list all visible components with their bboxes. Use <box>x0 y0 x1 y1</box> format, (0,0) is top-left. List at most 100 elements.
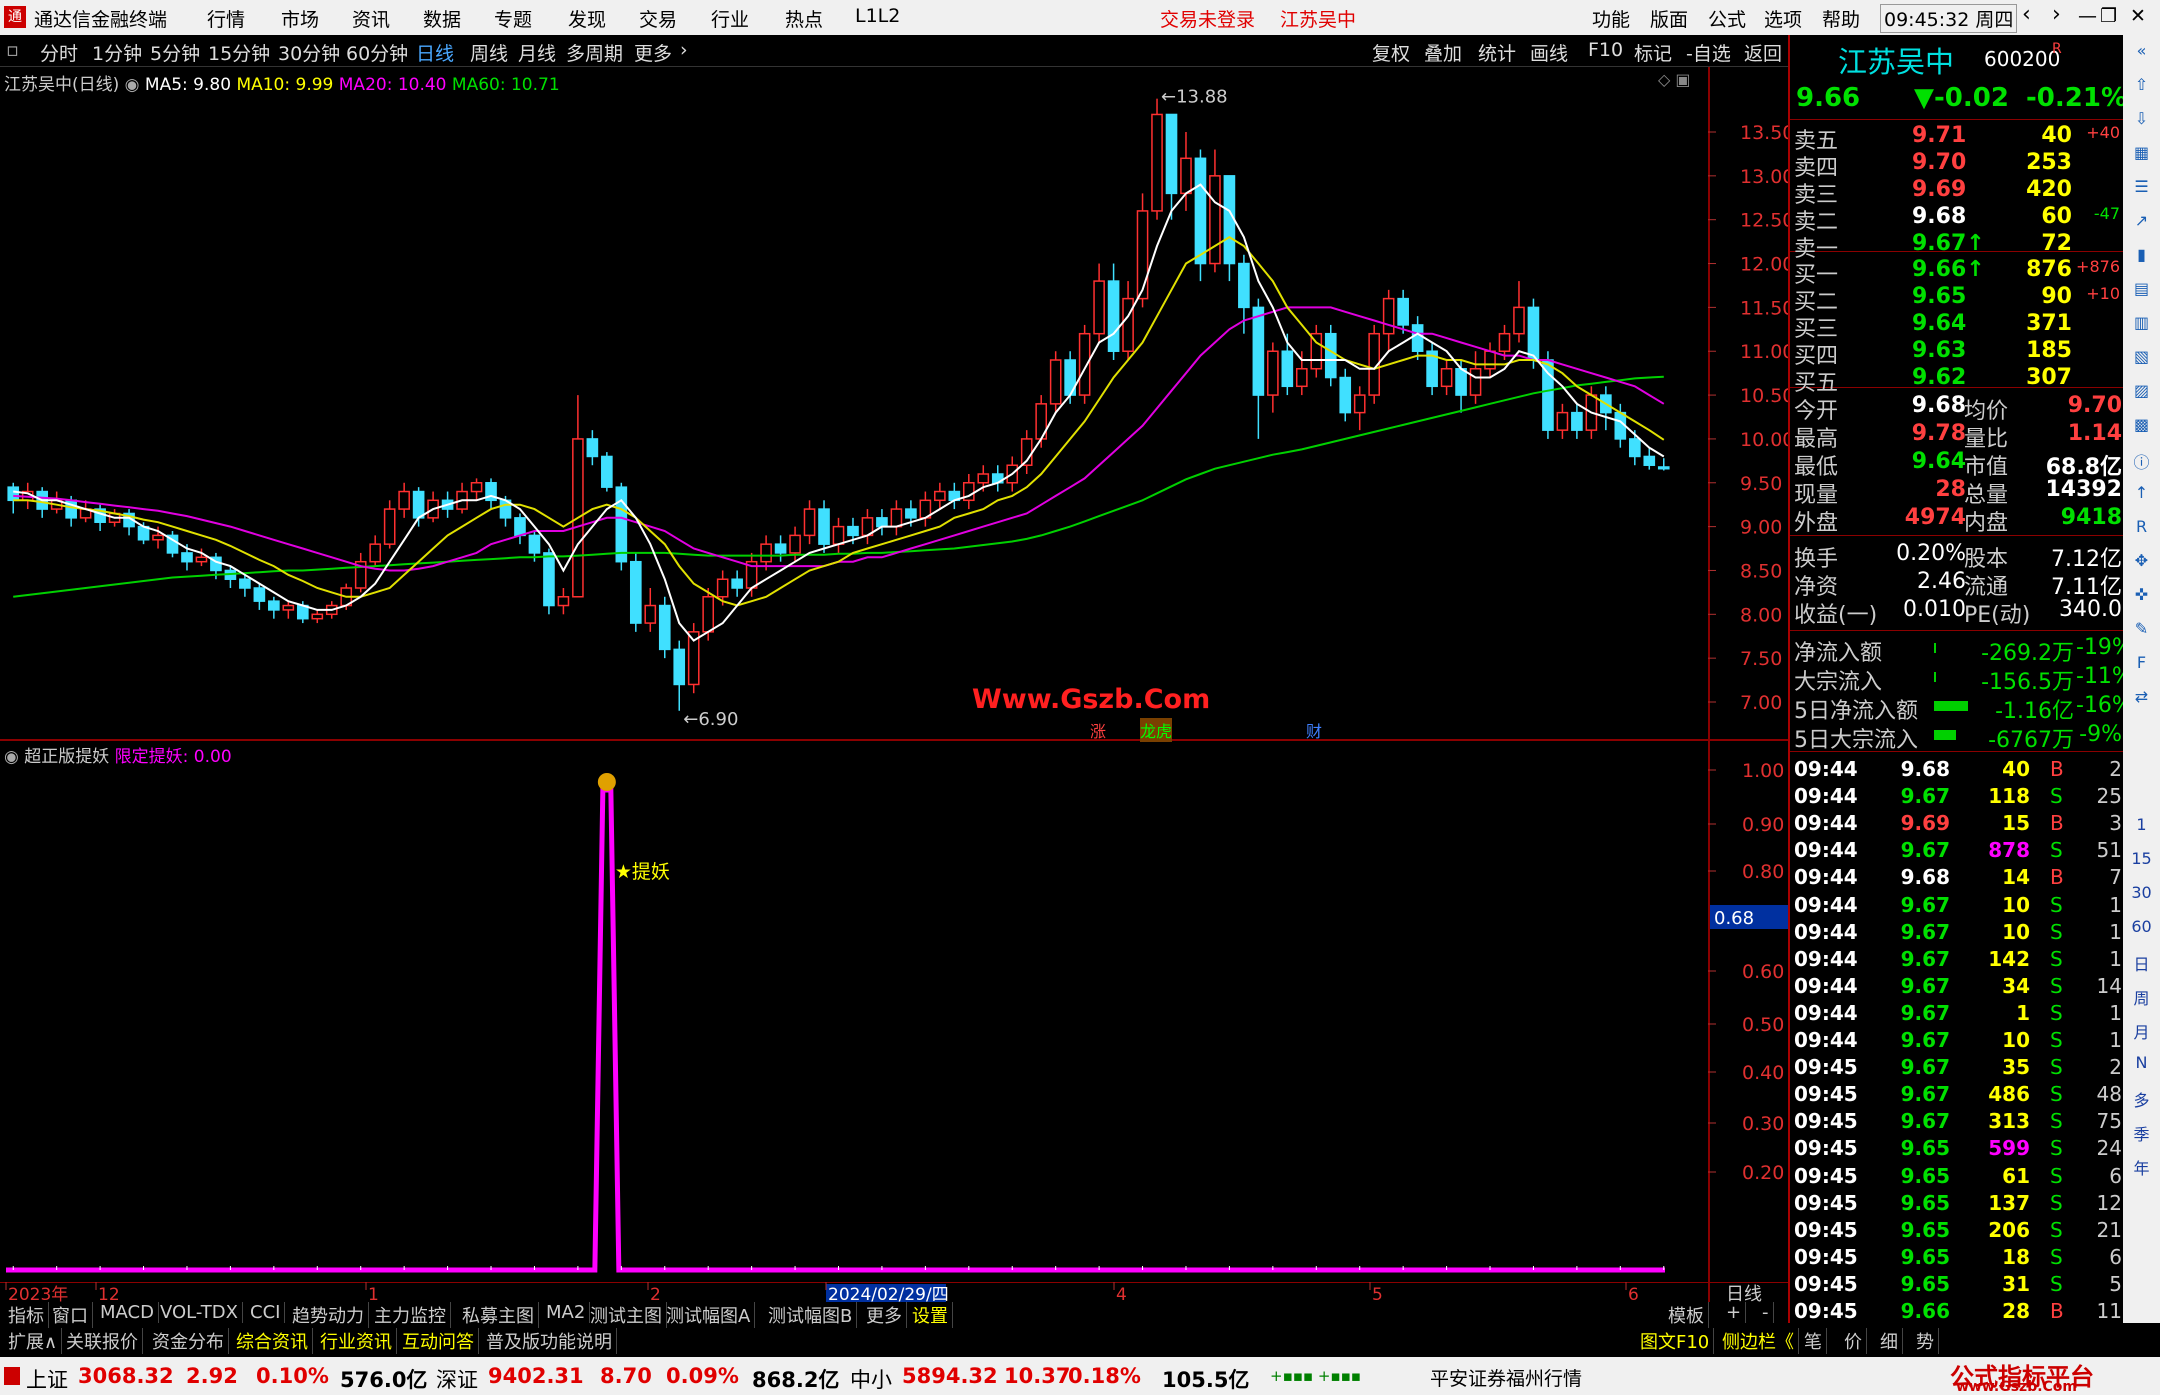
toolbar-label-8[interactable]: 多 <box>2129 1087 2154 1112</box>
candle-body <box>253 587 266 602</box>
indicator-tab-12[interactable]: 更多 <box>862 1302 907 1328</box>
toolbar-label-0[interactable]: 1 <box>2129 815 2154 840</box>
info-tab-right-5[interactable]: 势 <box>1912 1328 1939 1354</box>
info-tab-0[interactable]: 扩展∧ <box>4 1328 63 1354</box>
toolbar-label-5[interactable]: 周 <box>2129 985 2154 1010</box>
bid-row-2[interactable]: 买三 9.64 371 <box>1794 311 2124 342</box>
calc-icon[interactable]: ▨ <box>2129 381 2154 406</box>
toolbar-label-3[interactable]: 60 <box>2129 917 2154 942</box>
indicator-tab-right-2[interactable]: - <box>1758 1302 1774 1323</box>
sz-label[interactable]: 深证 <box>436 1364 478 1394</box>
bid-change: +876 <box>2076 257 2120 276</box>
indicator-tab-2[interactable]: MACD <box>96 1302 159 1323</box>
toolbar-label-7[interactable]: N <box>2129 1053 2154 1078</box>
pin-icon[interactable]: ✥ <box>2129 551 2154 576</box>
doc-icon[interactable]: ▧ <box>2129 347 2154 372</box>
info-tab-right-1[interactable]: 侧边栏《 <box>1718 1328 1799 1354</box>
info-tab-6[interactable]: 普及版功能说明 <box>482 1328 617 1354</box>
indicator-tab-4[interactable]: CCI <box>246 1302 286 1323</box>
close-icon[interactable]: ✕ <box>2130 5 2146 27</box>
indicator-tab-0[interactable]: 指标 <box>4 1302 49 1328</box>
f5-icon[interactable]: F <box>2129 653 2154 678</box>
info-tab-right-4[interactable]: 细 <box>1876 1328 1903 1354</box>
tick-row-15: 09:45 9.65 61 S 6 <box>1794 1164 2124 1191</box>
restore-icon[interactable]: ❐ <box>2100 5 2117 27</box>
toolbar-label-10[interactable]: 年 <box>2129 1155 2154 1180</box>
clock-time: 09:45:32 <box>1884 9 1970 31</box>
bid-row-1[interactable]: 买二 9.65 90 +10 <box>1794 284 2124 315</box>
indicator-tab-right-1[interactable]: + <box>1722 1302 1747 1323</box>
rsi-icon[interactable]: R <box>2129 517 2154 542</box>
date-tick-label: 1 <box>368 1285 379 1302</box>
tick-side: S <box>2050 892 2063 917</box>
toolbar-label-2[interactable]: 30 <box>2129 883 2154 908</box>
bid-row-0[interactable]: 买一 9.66↑ 876 +876 <box>1794 257 2124 288</box>
rise-icon[interactable]: ↑ <box>2129 483 2154 508</box>
info-tab-right-2[interactable]: 笔 <box>1800 1328 1827 1354</box>
grid-icon[interactable]: ▦ <box>2129 143 2154 168</box>
ask-row-0[interactable]: 卖五 9.71 40 +40 <box>1794 123 2124 154</box>
fs-icon[interactable]: ▩ <box>2129 415 2154 440</box>
minimize-icon[interactable]: — <box>2078 5 2097 27</box>
candle-icon[interactable]: ▮ <box>2129 245 2154 270</box>
collapse-icon[interactable]: « <box>2129 41 2154 66</box>
ask-row-1[interactable]: 卖四 9.70 253 <box>1794 150 2124 181</box>
indicator-tab-6[interactable]: 主力监控 <box>370 1302 451 1328</box>
event-mark-rise[interactable]: 涨 <box>1090 718 1106 742</box>
swap-icon[interactable]: ⇄ <box>2129 687 2154 712</box>
toolbar-label-4[interactable]: 日 <box>2129 951 2154 976</box>
tick-time: 09:45 <box>1794 1299 1858 1323</box>
info-tab-4[interactable]: 行业资讯 <box>316 1328 397 1354</box>
right-menu-item-4[interactable]: 帮助 <box>1822 5 1860 32</box>
up-icon[interactable]: ⇧ <box>2129 75 2154 100</box>
bid-row-4[interactable]: 买五 9.62 307 <box>1794 365 2124 396</box>
forward-icon[interactable]: › <box>2052 2 2061 27</box>
legend-toggle-icon[interactable]: ◉ <box>125 75 140 95</box>
ask-row-2[interactable]: 卖三 9.69 420 <box>1794 177 2124 208</box>
chart-area[interactable]: 13.5013.0012.5012.0011.5011.0010.5010.00… <box>0 0 1788 1302</box>
stat-value: 9.78 <box>1911 421 1966 446</box>
ask-volume: 40 <box>2041 123 2072 148</box>
indicator-tab-11[interactable]: 测试幅图B <box>764 1302 858 1328</box>
toolbar-label-9[interactable]: 季 <box>2129 1121 2154 1146</box>
ask-row-3[interactable]: 卖二 9.68 60 -47 <box>1794 204 2124 235</box>
bid-row-3[interactable]: 买四 9.63 185 <box>1794 338 2124 369</box>
news-icon[interactable]: ▤ <box>2129 279 2154 304</box>
toolbar-label-6[interactable]: 月 <box>2129 1019 2154 1044</box>
indicator-tab-9[interactable]: 测试主图 <box>586 1302 667 1328</box>
info-tab-5[interactable]: 互动问答 <box>398 1328 479 1354</box>
indicator-tab-1[interactable]: 窗口 <box>48 1302 93 1328</box>
indicator-tab-5[interactable]: 趋势动力 <box>288 1302 369 1328</box>
ask-row-4[interactable]: 卖一 9.67↑ 72 <box>1794 231 2124 262</box>
fin-icon[interactable]: ▥ <box>2129 313 2154 338</box>
flow-bar <box>1934 730 1956 740</box>
info-tab-right-3[interactable]: 价 <box>1840 1328 1867 1354</box>
pen-icon[interactable]: ✎ <box>2129 619 2154 644</box>
indicator-tab-3[interactable]: VOL-TDX <box>156 1302 243 1323</box>
info-tab-1[interactable]: 关联报价 <box>62 1328 143 1354</box>
indicator-param: 限定提妖: 0.00 <box>114 747 232 767</box>
chart-icon[interactable]: ↗ <box>2129 211 2154 236</box>
list-icon[interactable]: ☰ <box>2129 177 2154 202</box>
indicator-tab-13[interactable]: 设置 <box>908 1302 953 1328</box>
info-tab-right-0[interactable]: 图文F10 <box>1636 1328 1715 1354</box>
chart-options-icon[interactable]: ◇ ▣ <box>1658 70 1691 89</box>
info-tab-3[interactable]: 综合资讯 <box>232 1328 313 1354</box>
indicator-tab-8[interactable]: MA2 <box>542 1302 591 1323</box>
sh-label[interactable]: 上证 <box>26 1364 68 1394</box>
info-icon[interactable]: ⓘ <box>2129 449 2154 474</box>
money-bag-icon[interactable] <box>597 773 616 791</box>
tick-volume: 137 <box>1988 1190 2030 1215</box>
info-tab-2[interactable]: 资金分布 <box>148 1328 229 1354</box>
zx-label[interactable]: 中小 <box>850 1364 892 1394</box>
indicator-tab-7[interactable]: 私募主图 <box>458 1302 539 1328</box>
back-icon[interactable]: ‹ <box>2022 2 2031 27</box>
indicator-toggle-icon[interactable]: ◉ <box>4 747 19 767</box>
indicator-tab-right-0[interactable]: 模板 <box>1664 1302 1709 1328</box>
indicator-tab-10[interactable]: 测试幅图A <box>662 1302 756 1328</box>
move-icon[interactable]: ✜ <box>2129 585 2154 610</box>
toolbar-label-1[interactable]: 15 <box>2129 849 2154 874</box>
down-icon[interactable]: ⇩ <box>2129 109 2154 134</box>
event-mark-finance[interactable]: 财 <box>1306 718 1322 742</box>
event-mark-dragon[interactable]: 龙虎 <box>1140 718 1173 742</box>
